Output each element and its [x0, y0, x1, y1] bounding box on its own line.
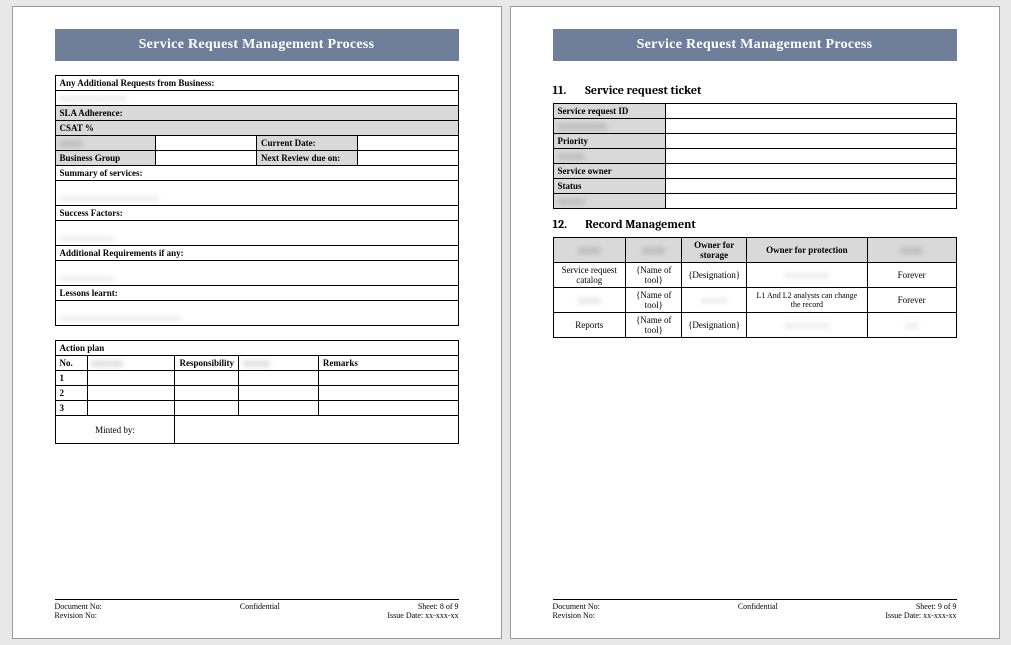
record-management-table: xxxxx xxxxx Owner for storage Owner for … [553, 237, 957, 338]
blurred-text: xxxxxx [701, 295, 728, 305]
table-row: Reports {Name of tool} {Designation} xxx… [553, 313, 956, 338]
blurred-text: xxxxx [60, 138, 83, 148]
additional-req-label: Additional Requirements if any: [55, 246, 458, 261]
footer-confidential: Confidential [738, 602, 778, 611]
blurred-text: xxxxxxxxxxxxxxx [60, 93, 128, 103]
col-remarks: Remarks [318, 356, 458, 371]
table-row: 2 [55, 386, 458, 401]
page-footer: Document No: Confidential Sheet: 9 of 9 … [553, 599, 957, 620]
metrics-table: SLA Adherence: CSAT % xxxxx Current Date… [55, 105, 459, 166]
footer-issue: Issue Date: xx-xxx-xx [885, 611, 956, 620]
additional-requests-box: Any Additional Requests from Business: x… [55, 75, 459, 106]
blurred-text: xxxxxxxxxxxxxxxxxxxxxx [60, 193, 159, 203]
col-owner-storage: Owner for storage [682, 238, 746, 263]
ticket-row-label: Service owner [553, 164, 666, 179]
blurred-text: xxxxxxxxxxx [558, 121, 608, 131]
blurred-text: xxxxxx [558, 151, 585, 161]
page-9: Service Request Management Process 11. S… [510, 6, 1000, 639]
blurred-text: xxxxxxxxxx [784, 320, 829, 330]
page-footer: Document No: Confidential Sheet: 8 of 9 … [55, 599, 459, 620]
additional-requests-label: Any Additional Requests from Business: [55, 76, 458, 91]
blurred-text: xxxxxxx [92, 358, 124, 368]
blurred-text: xxxxx [578, 245, 601, 255]
blurred-text: xxxxxx [558, 196, 585, 206]
footer-doc-no: Document No: [55, 602, 102, 611]
footer-confidential: Confidential [240, 602, 280, 611]
sla-label: SLA Adherence: [55, 106, 458, 121]
action-plan-table: Action plan No. xxxxxxx Responsibility x… [55, 340, 459, 444]
section-11-heading: 11. Service request ticket [553, 83, 957, 97]
table-row: 1 [55, 371, 458, 386]
blurred-text: xxxxxxxxxxxx [60, 233, 114, 243]
summary-table: Summary of services: xxxxxxxxxxxxxxxxxxx… [55, 165, 459, 326]
footer-sheet: Sheet: 9 of 9 [916, 602, 957, 611]
section-12-heading: 12. Record Management [553, 217, 957, 231]
blurred-text: xxxxxxxxxx [784, 270, 829, 280]
summary-label: Summary of services: [55, 166, 458, 181]
csat-label: CSAT % [55, 121, 458, 136]
current-date-label: Current Date: [257, 136, 358, 151]
table-row: xxxxx {Name of tool} xxxxxx L1 And L2 an… [553, 288, 956, 313]
business-group-label: Business Group [55, 151, 156, 166]
footer-issue: Issue Date: xx-xxx-xx [387, 611, 458, 620]
col-owner-protection: Owner for protection [746, 238, 867, 263]
blurred-text: xxxxx [642, 245, 665, 255]
blurred-text: xxxxxxxxxxxx [60, 273, 114, 283]
document-viewport: Service Request Management Process Any A… [0, 0, 1011, 645]
col-no: No. [55, 356, 87, 371]
page-title: Service Request Management Process [55, 29, 459, 61]
success-factors-label: Success Factors: [55, 206, 458, 221]
footer-sheet: Sheet: 8 of 9 [418, 602, 459, 611]
blurred-text: xxxxx [578, 295, 601, 305]
minted-by: Minted by: [55, 416, 175, 444]
ticket-table: Service request ID xxxxxxxxxxx Priority … [553, 103, 957, 209]
blurred-text: xxx [905, 320, 919, 330]
blurred-text: xxxxx [900, 245, 923, 255]
table-row: 3 [55, 401, 458, 416]
action-plan-header: Action plan [55, 341, 458, 356]
ticket-row-label: Service request ID [553, 104, 666, 119]
ticket-row-label: Status [553, 179, 666, 194]
next-review-label: Next Review due on: [257, 151, 358, 166]
col-responsibility: Responsibility [175, 356, 239, 371]
table-row: Service request catalog {Name of tool} {… [553, 263, 956, 288]
lessons-label: Lessons learnt: [55, 286, 458, 301]
page-8: Service Request Management Process Any A… [12, 6, 502, 639]
blurred-text: xxxxxxxxxxxxxxxxxxxxxxxxxxx [60, 313, 182, 323]
footer-doc-no: Document No: [553, 602, 600, 611]
page-title: Service Request Management Process [553, 29, 957, 61]
blurred-text: xxxxxx [243, 358, 270, 368]
footer-rev-no: Revision No: [55, 611, 97, 620]
ticket-row-label: Priority [553, 134, 666, 149]
footer-rev-no: Revision No: [553, 611, 595, 620]
